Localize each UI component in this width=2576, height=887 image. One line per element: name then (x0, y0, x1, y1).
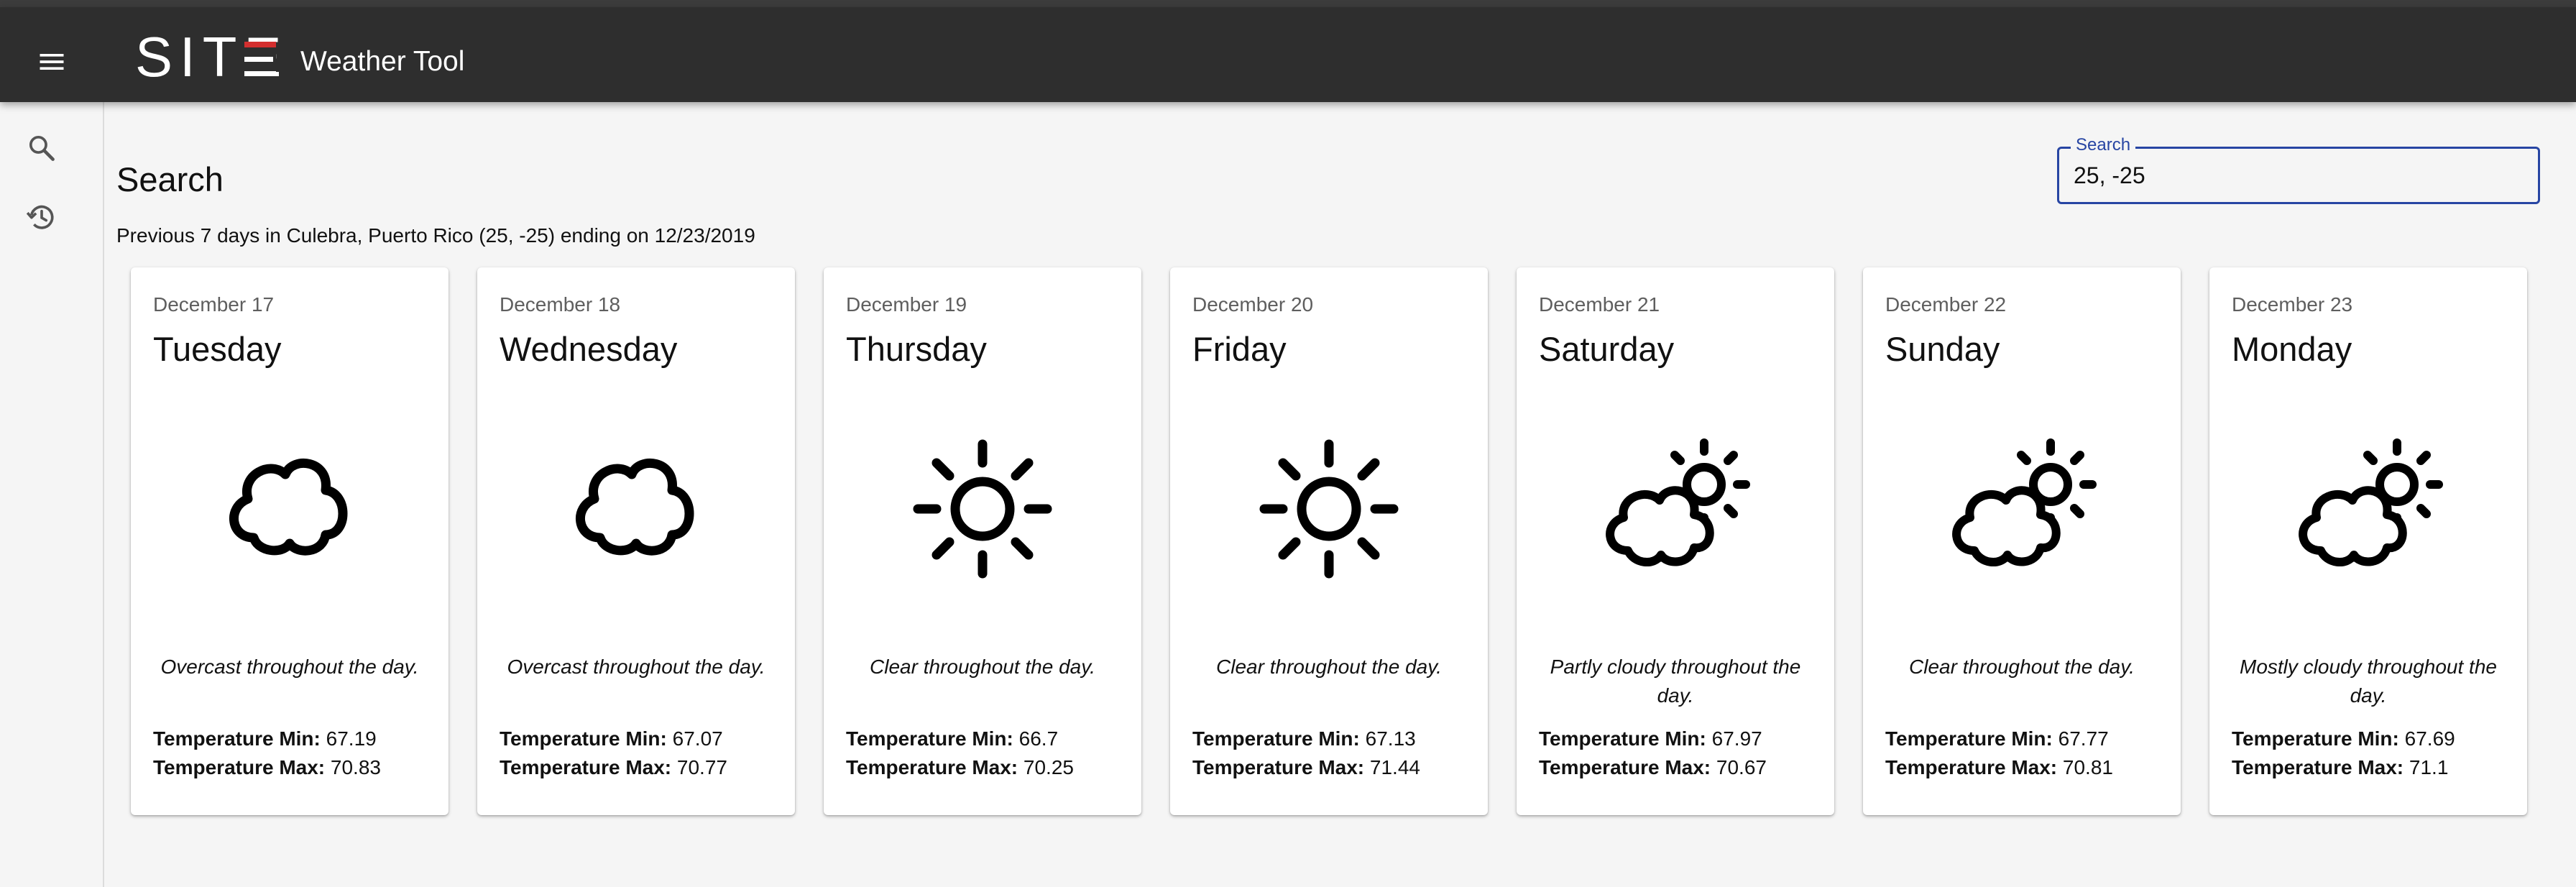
card-weekday: Saturday (1539, 330, 1675, 368)
card-weekday: Monday (2232, 330, 2352, 368)
temp-max-value: 70.81 (2062, 756, 2113, 778)
card-summary: Overcast throughout the day. (507, 656, 765, 678)
card-summary: Clear throughout the day. (1216, 656, 1442, 678)
search-field-label: Search (2071, 134, 2136, 156)
day-card: December 23 Monday Mostly cloudy through… (2209, 267, 2527, 815)
card-temperatures: Temperature Min: 66.7 Temperature Max: 7… (846, 725, 1074, 782)
day-card: December 22 Sunday Clear throughout the … (1863, 267, 2181, 815)
temp-min-value: 67.77 (2058, 727, 2109, 750)
card-date: December 20 (1192, 293, 1314, 316)
card-weekday: Wednesday (500, 330, 678, 368)
temp-min-label: Temperature Min: (153, 727, 321, 750)
temp-min-value: 67.07 (672, 727, 723, 750)
temp-min-label: Temperature Min: (1539, 727, 1706, 750)
temp-min-label: Temperature Min: (1885, 727, 2053, 750)
temp-min-label: Temperature Min: (2232, 727, 2399, 750)
temp-min-label: Temperature Min: (1192, 727, 1360, 750)
search-field[interactable]: Search (2057, 134, 2540, 204)
cloud-icon (229, 458, 348, 556)
card-summary: Overcast throughout the day. (160, 656, 419, 678)
card-date: December 18 (500, 293, 621, 316)
card-summary: Mostly cloudy throughout the day. (2240, 656, 2497, 707)
temp-min-value: 67.97 (1711, 727, 1762, 750)
card-weekday: Tuesday (153, 330, 282, 368)
temp-min-value: 66.7 (1018, 727, 1059, 750)
partly-cloudy-icon (1606, 438, 1750, 566)
sidebar-item-history[interactable] (16, 191, 68, 243)
temp-max-label: Temperature Max: (500, 756, 672, 778)
card-summary: Partly cloudy throughout the day. (1550, 656, 1801, 707)
temp-max-label: Temperature Max: (846, 756, 1018, 778)
menu-button[interactable] (26, 36, 78, 88)
sun-icon (913, 439, 1052, 579)
card-weekday: Friday (1192, 330, 1287, 368)
page-title: Search (116, 160, 224, 198)
partly-cloudy-icon (2299, 438, 2443, 566)
card-date: December 17 (153, 293, 275, 316)
sidebar (0, 102, 104, 887)
temp-max-value: 70.25 (1023, 756, 1074, 778)
card-weekday: Thursday (846, 330, 987, 368)
temp-max-label: Temperature Max: (2232, 756, 2404, 778)
temp-min-value: 67.19 (326, 727, 377, 750)
history-icon (26, 205, 54, 229)
location-summary: Previous 7 days in Culebra, Puerto Rico … (116, 224, 755, 247)
card-date: December 21 (1539, 293, 1660, 316)
temp-min-value: 67.69 (2404, 727, 2455, 750)
day-card: December 18 Wednesday Overcast throughou… (477, 267, 795, 815)
card-date: December 22 (1885, 293, 2007, 316)
search-input[interactable] (2074, 157, 2505, 193)
temp-max-value: 71.44 (1369, 756, 1420, 778)
temp-min-label: Temperature Min: (846, 727, 1013, 750)
temp-max-value: 70.67 (1716, 756, 1767, 778)
temp-max-value: 71.1 (2409, 756, 2449, 778)
card-summary: Clear throughout the day. (1909, 656, 2135, 678)
cloud-icon (575, 458, 694, 556)
site-logo: SITE (135, 26, 279, 86)
card-date: December 19 (846, 293, 967, 316)
sidebar-item-search[interactable] (16, 122, 68, 174)
card-temperatures: Temperature Min: 67.69 Temperature Max: … (2232, 725, 2455, 782)
sun-icon (1259, 439, 1399, 579)
temp-max-value: 70.83 (330, 756, 381, 778)
day-card: December 20 Friday Clear throughout the … (1170, 267, 1488, 815)
temp-max-label: Temperature Max: (1192, 756, 1365, 778)
card-temperatures: Temperature Min: 67.97 Temperature Max: … (1539, 725, 1767, 782)
day-card: December 17 Tuesday Overcast throughout … (131, 267, 448, 815)
temp-max-label: Temperature Max: (1885, 756, 2058, 778)
hamburger-menu-icon (40, 54, 64, 70)
temp-min-value: 67.13 (1365, 727, 1416, 750)
temp-max-value: 70.77 (676, 756, 727, 778)
card-temperatures: Temperature Min: 67.07 Temperature Max: … (500, 725, 727, 782)
temp-max-label: Temperature Max: (153, 756, 326, 778)
card-summary: Clear throughout the day. (870, 656, 1095, 678)
partly-cloudy-icon (1952, 438, 2097, 566)
app-bar: SITE Weather Tool (0, 7, 2576, 102)
day-card: December 21 Saturday Partly cloudy throu… (1517, 267, 1834, 815)
card-date: December 23 (2232, 293, 2353, 316)
top-stripe (0, 0, 2576, 7)
search-icon (29, 135, 55, 161)
day-card: December 19 Thursday Clear throughout th… (824, 267, 1141, 815)
card-temperatures: Temperature Min: 67.13 Temperature Max: … (1192, 725, 1420, 782)
temp-min-label: Temperature Min: (500, 727, 667, 750)
card-temperatures: Temperature Min: 67.19 Temperature Max: … (153, 725, 381, 782)
app-title: Weather Tool (300, 46, 465, 77)
card-temperatures: Temperature Min: 67.77 Temperature Max: … (1885, 725, 2113, 782)
card-weekday: Sunday (1885, 330, 2000, 368)
temp-max-label: Temperature Max: (1539, 756, 1711, 778)
